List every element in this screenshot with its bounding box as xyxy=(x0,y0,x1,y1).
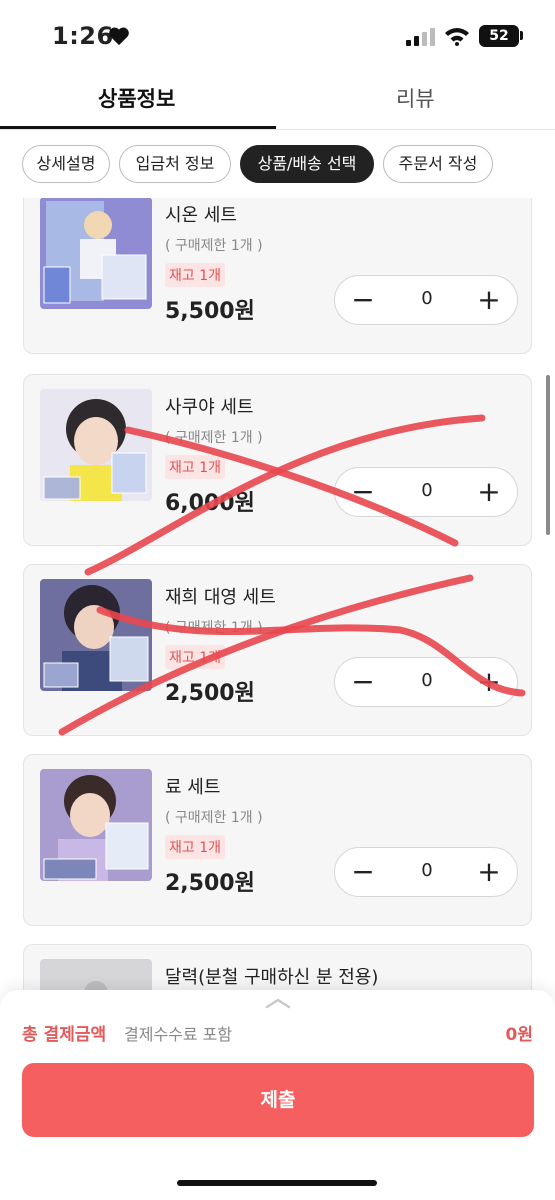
purchase-limit: ( 구매제한 1개 ) xyxy=(165,430,263,446)
product-name: 재희 대영 세트 xyxy=(165,587,276,608)
product-card-sakuya: 사쿠야 세트 ( 구매제한 1개 ) 재고 1개 6,000원 − 0 + xyxy=(23,374,532,546)
top-tab-bar: 상품정보 리뷰 xyxy=(0,76,555,130)
checkout-sheet: 총 결제금액 결제수수료 포함 0원 제출 xyxy=(0,990,555,1200)
stock-badge: 재고 1개 xyxy=(165,263,225,287)
product-price: 5,500원 xyxy=(165,299,255,324)
chevron-up-icon[interactable] xyxy=(265,996,291,1010)
battery-icon: 52 xyxy=(479,25,519,47)
tab-review[interactable]: 리뷰 xyxy=(396,84,435,124)
quantity-value: 0 xyxy=(421,670,433,691)
product-price: 6,000원 xyxy=(165,491,255,516)
decrement-button[interactable]: − xyxy=(343,664,383,702)
stock-badge: 재고 1개 xyxy=(165,645,225,669)
chip-product-shipping[interactable]: 상품/배송 선택 xyxy=(240,145,374,183)
scrollbar-thumb[interactable] xyxy=(546,375,550,535)
product-image xyxy=(40,579,152,691)
chip-deposit-info[interactable]: 입금처 정보 xyxy=(119,145,231,183)
chip-detail[interactable]: 상세설명 xyxy=(22,145,110,183)
product-card-sion: 시온 세트 ( 구매제한 1개 ) 재고 1개 5,500원 − 0 + xyxy=(23,198,532,354)
heart-icon xyxy=(109,27,129,46)
stock-badge: 재고 1개 xyxy=(165,835,225,859)
product-name: 료 세트 xyxy=(165,777,221,798)
product-name: 사쿠야 세트 xyxy=(165,397,254,418)
fee-included-note: 결제수수료 포함 xyxy=(124,1025,233,1044)
product-image xyxy=(40,389,152,501)
product-price: 2,500원 xyxy=(165,871,255,896)
product-card-jaehee-daeyoung: 재희 대영 세트 ( 구매제한 1개 ) 재고 1개 2,500원 − 0 + xyxy=(23,564,532,736)
submit-button[interactable]: 제출 xyxy=(22,1063,534,1137)
battery-tip xyxy=(520,31,523,40)
stock-badge: 재고 1개 xyxy=(165,455,225,479)
quantity-stepper: − 0 + xyxy=(334,467,518,517)
decrement-button[interactable]: − xyxy=(343,474,383,512)
quantity-stepper: − 0 + xyxy=(334,657,518,707)
quantity-value: 0 xyxy=(421,860,433,881)
product-name: 시온 세트 xyxy=(165,205,237,226)
chip-order-form[interactable]: 주문서 작성 xyxy=(383,145,493,183)
quantity-value: 0 xyxy=(421,480,433,501)
product-price: 2,500원 xyxy=(165,681,255,706)
cellular-signal-icon xyxy=(406,28,435,46)
active-tab-indicator xyxy=(0,126,276,129)
product-image xyxy=(40,198,152,309)
product-image xyxy=(40,769,152,881)
status-bar: 1:26 52 xyxy=(0,0,555,76)
purchase-limit: ( 구매제한 1개 ) xyxy=(165,810,263,826)
tab-product-info[interactable]: 상품정보 xyxy=(98,84,175,124)
total-amount-label: 총 결제금액 xyxy=(22,1025,107,1045)
wifi-icon xyxy=(445,28,469,46)
product-name: 달력(분철 구매하신 분 전용) xyxy=(165,967,379,988)
increment-button[interactable]: + xyxy=(469,664,509,702)
purchase-limit: ( 구매제한 1개 ) xyxy=(165,238,263,254)
quantity-stepper: − 0 + xyxy=(334,275,518,325)
quantity-stepper: − 0 + xyxy=(334,847,518,897)
clock: 1:26 xyxy=(52,22,114,50)
decrement-button[interactable]: − xyxy=(343,282,383,320)
home-indicator[interactable] xyxy=(177,1180,377,1186)
purchase-limit: ( 구매제한 1개 ) xyxy=(165,620,263,636)
decrement-button[interactable]: − xyxy=(343,854,383,892)
increment-button[interactable]: + xyxy=(469,854,509,892)
increment-button[interactable]: + xyxy=(469,282,509,320)
product-card-ryo: 료 세트 ( 구매제한 1개 ) 재고 1개 2,500원 − 0 + xyxy=(23,754,532,926)
quantity-value: 0 xyxy=(421,288,433,309)
increment-button[interactable]: + xyxy=(469,474,509,512)
product-list: 시온 세트 ( 구매제한 1개 ) 재고 1개 5,500원 − 0 + 사쿠야… xyxy=(0,198,555,998)
total-amount-value: 0원 xyxy=(505,1025,533,1045)
